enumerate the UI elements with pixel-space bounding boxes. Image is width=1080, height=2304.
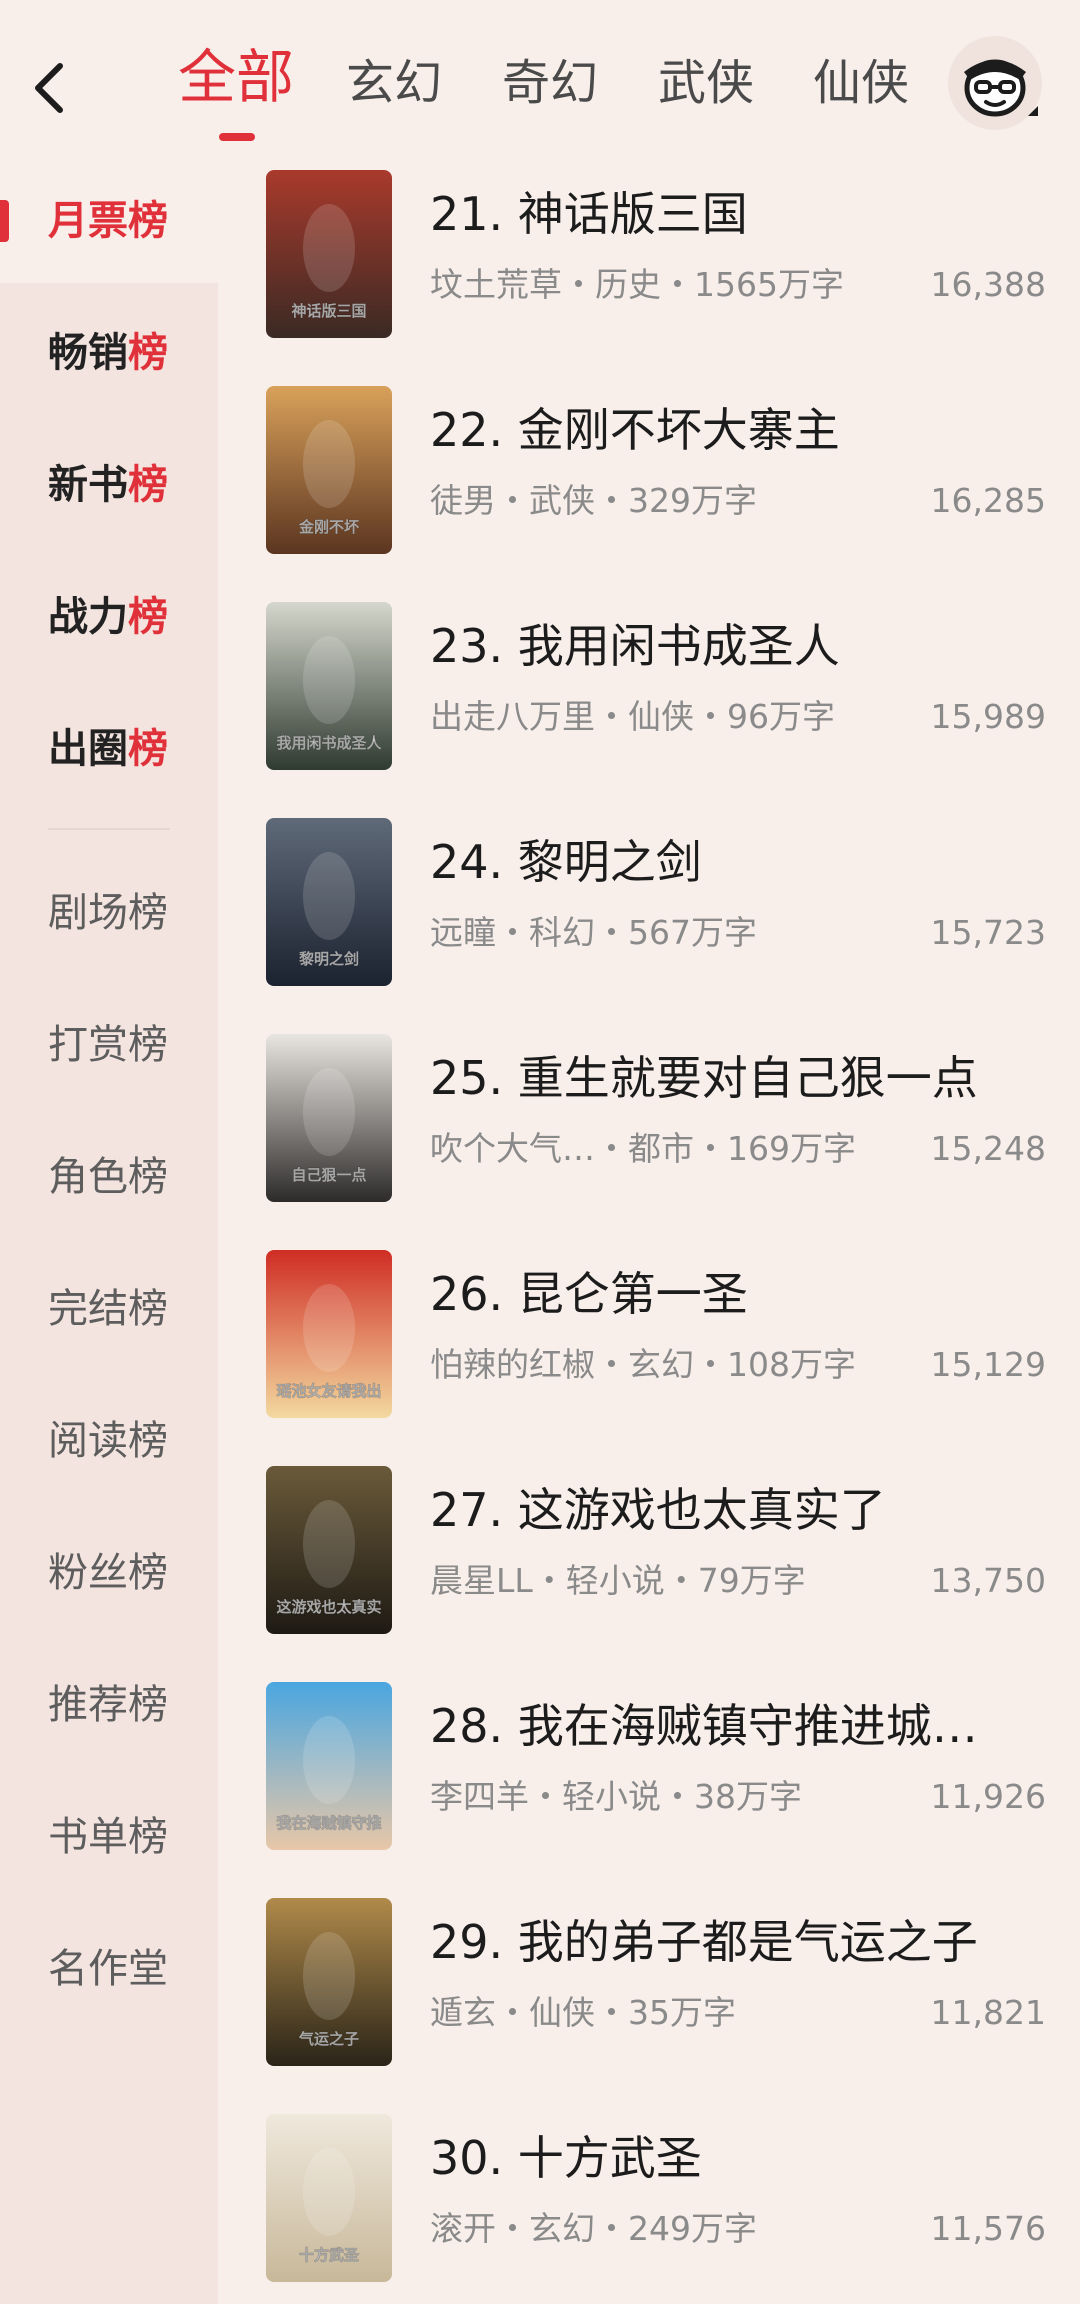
avatar-button[interactable] (948, 36, 1042, 130)
book-meta: 徒男・武侠・329万字 (430, 481, 757, 520)
book-cover-title: 我在海贼镇守推 (276, 1814, 381, 1832)
book-cover: 我在海贼镇守推 (266, 1682, 392, 1850)
book-cover-title: 我用闲书成圣人 (276, 734, 382, 752)
list-item[interactable]: 瑶池女友请我出 26. 昆仑第一圣 怕辣的红椒・玄幻・108万字 15,129 (266, 1250, 1046, 1420)
book-score: 15,248 (930, 1129, 1046, 1168)
sidebar-item-reading[interactable]: 阅读榜 (48, 1411, 218, 1471)
book-meta: 出走八万里・仙侠・96万字 (430, 697, 835, 736)
list-item[interactable]: 神话版三国 21. 神话版三国 坟土荒草・历史・1565万字 16,388 (266, 170, 1046, 340)
top-bar: 全部 玄幻 奇幻 武侠 仙侠 (0, 0, 1080, 165)
book-cover-title: 神话版三国 (291, 302, 366, 320)
tab-xianxia[interactable]: 仙侠 (813, 48, 909, 118)
sidebar-item-hall-of-fame[interactable]: 名作堂 (48, 1939, 218, 1999)
book-cover-title: 自己狠一点 (291, 1166, 366, 1184)
book-title: 22. 金刚不坏大寨主 (430, 403, 840, 457)
book-cover-title: 黎明之剑 (299, 950, 359, 968)
book-cover-art: 这游戏也太真实 (266, 1466, 392, 1634)
active-tab-indicator (219, 133, 255, 141)
sidebar-item-breakout[interactable]: 出圈榜 (48, 719, 218, 779)
book-score: 11,926 (930, 1777, 1046, 1816)
book-meta: 滚开・玄幻・249万字 (430, 2209, 757, 2248)
list-item[interactable]: 黎明之剑 24. 黎明之剑 远瞳・科幻・567万字 15,723 (266, 818, 1046, 988)
ranking-sidebar: 月票榜 畅销榜 新书榜 战力榜 出圈榜 剧场榜 打赏榜 角色榜 完结榜 阅读榜 … (0, 165, 218, 2304)
book-cover: 这游戏也太真实 (266, 1466, 392, 1634)
book-score: 16,285 (930, 481, 1046, 520)
book-title: 23. 我用闲书成圣人 (430, 619, 840, 673)
book-meta: 晨星LL・轻小说・79万字 (430, 1561, 806, 1600)
sidebar-item-new-book[interactable]: 新书榜 (48, 455, 218, 515)
book-cover-art: 自己狠一点 (266, 1034, 392, 1202)
book-meta: 吹个大气…・都市・169万字 (430, 1129, 856, 1168)
chevron-left-icon (35, 63, 63, 113)
sidebar-item-booklist[interactable]: 书单榜 (48, 1807, 218, 1867)
book-cover-art: 十方武圣 (266, 2114, 392, 2282)
book-cover-art: 黎明之剑 (266, 818, 392, 986)
sidebar-item-bestseller[interactable]: 畅销榜 (48, 323, 218, 383)
reader-avatar-icon (964, 59, 1038, 117)
book-meta: 远瞳・科幻・567万字 (430, 913, 757, 952)
list-item[interactable]: 金刚不坏 22. 金刚不坏大寨主 徒男・武侠・329万字 16,285 (266, 386, 1046, 556)
book-title: 24. 黎明之剑 (430, 835, 702, 889)
book-title: 21. 神话版三国 (430, 187, 748, 241)
book-cover-title: 瑶池女友请我出 (276, 1382, 381, 1400)
book-meta: 坟土荒草・历史・1565万字 (430, 265, 844, 304)
sidebar-divider (48, 828, 170, 830)
back-button[interactable] (28, 58, 72, 118)
book-cover-title: 十方武圣 (299, 2246, 360, 2264)
book-meta: 李四羊・轻小说・38万字 (430, 1777, 802, 1816)
list-item[interactable]: 气运之子 29. 我的弟子都是气运之子 遁玄・仙侠・35万字 11,821 (266, 1898, 1046, 2068)
book-score: 13,750 (930, 1561, 1046, 1600)
book-cover-art: 瑶池女友请我出 (266, 1250, 392, 1418)
book-score: 15,723 (930, 913, 1046, 952)
book-cover-art: 我用闲书成圣人 (266, 602, 392, 770)
sidebar-item-recommend[interactable]: 推荐榜 (48, 1675, 218, 1735)
sidebar-item-theater[interactable]: 剧场榜 (48, 883, 218, 943)
book-cover-art: 神话版三国 (266, 170, 392, 338)
book-cover-title: 这游戏也太真实 (276, 1598, 381, 1616)
book-meta: 怕辣的红椒・玄幻・108万字 (430, 1345, 856, 1384)
book-title: 28. 我在海贼镇守推进城… (430, 1699, 978, 1753)
book-title: 29. 我的弟子都是气运之子 (430, 1915, 978, 1969)
book-title: 25. 重生就要对自己狠一点 (430, 1051, 978, 1105)
book-meta: 遁玄・仙侠・35万字 (430, 1993, 736, 2032)
sidebar-item-fans[interactable]: 粉丝榜 (48, 1543, 218, 1603)
book-cover: 神话版三国 (266, 170, 392, 338)
list-item[interactable]: 自己狠一点 25. 重生就要对自己狠一点 吹个大气…・都市・169万字 15,2… (266, 1034, 1046, 1204)
book-title: 27. 这游戏也太真实了 (430, 1483, 886, 1537)
book-cover: 自己狠一点 (266, 1034, 392, 1202)
list-item[interactable]: 我用闲书成圣人 23. 我用闲书成圣人 出走八万里・仙侠・96万字 15,989 (266, 602, 1046, 772)
tab-wuxia[interactable]: 武侠 (658, 48, 754, 118)
book-cover-title: 气运之子 (298, 2030, 359, 2048)
sidebar-item-monthly-ticket[interactable]: 月票榜 (48, 191, 218, 251)
book-cover: 气运之子 (266, 1898, 392, 2066)
book-score: 15,129 (930, 1345, 1046, 1384)
sidebar-item-reward[interactable]: 打赏榜 (48, 1015, 218, 1075)
list-item[interactable]: 这游戏也太真实 27. 这游戏也太真实了 晨星LL・轻小说・79万字 13,75… (266, 1466, 1046, 1636)
tab-xuanhuan[interactable]: 玄幻 (346, 48, 442, 118)
book-title: 26. 昆仑第一圣 (430, 1267, 748, 1321)
sidebar-active-marker (0, 200, 9, 242)
list-item[interactable]: 我在海贼镇守推 28. 我在海贼镇守推进城… 李四羊・轻小说・38万字 11,9… (266, 1682, 1046, 1852)
book-cover: 黎明之剑 (266, 818, 392, 986)
book-cover: 我用闲书成圣人 (266, 602, 392, 770)
sidebar-item-power[interactable]: 战力榜 (48, 587, 218, 647)
book-cover-art: 金刚不坏 (266, 386, 392, 554)
book-cover: 金刚不坏 (266, 386, 392, 554)
book-cover-art: 我在海贼镇守推 (266, 1682, 392, 1850)
book-cover: 十方武圣 (266, 2114, 392, 2282)
tab-all[interactable]: 全部 (178, 42, 294, 112)
book-score: 15,989 (930, 697, 1046, 736)
book-cover-art: 气运之子 (266, 1898, 392, 2066)
book-cover-title: 金刚不坏 (298, 518, 359, 536)
book-score: 11,576 (930, 2209, 1046, 2248)
tab-qihuan[interactable]: 奇幻 (502, 48, 598, 118)
book-title: 30. 十方武圣 (430, 2131, 702, 2185)
list-item[interactable]: 十方武圣 30. 十方武圣 滚开・玄幻・249万字 11,576 (266, 2114, 1046, 2284)
book-score: 11,821 (930, 1993, 1046, 2032)
book-score: 16,388 (930, 265, 1046, 304)
sidebar-item-character[interactable]: 角色榜 (48, 1147, 218, 1207)
book-cover: 瑶池女友请我出 (266, 1250, 392, 1418)
sidebar-item-completed[interactable]: 完结榜 (48, 1279, 218, 1339)
